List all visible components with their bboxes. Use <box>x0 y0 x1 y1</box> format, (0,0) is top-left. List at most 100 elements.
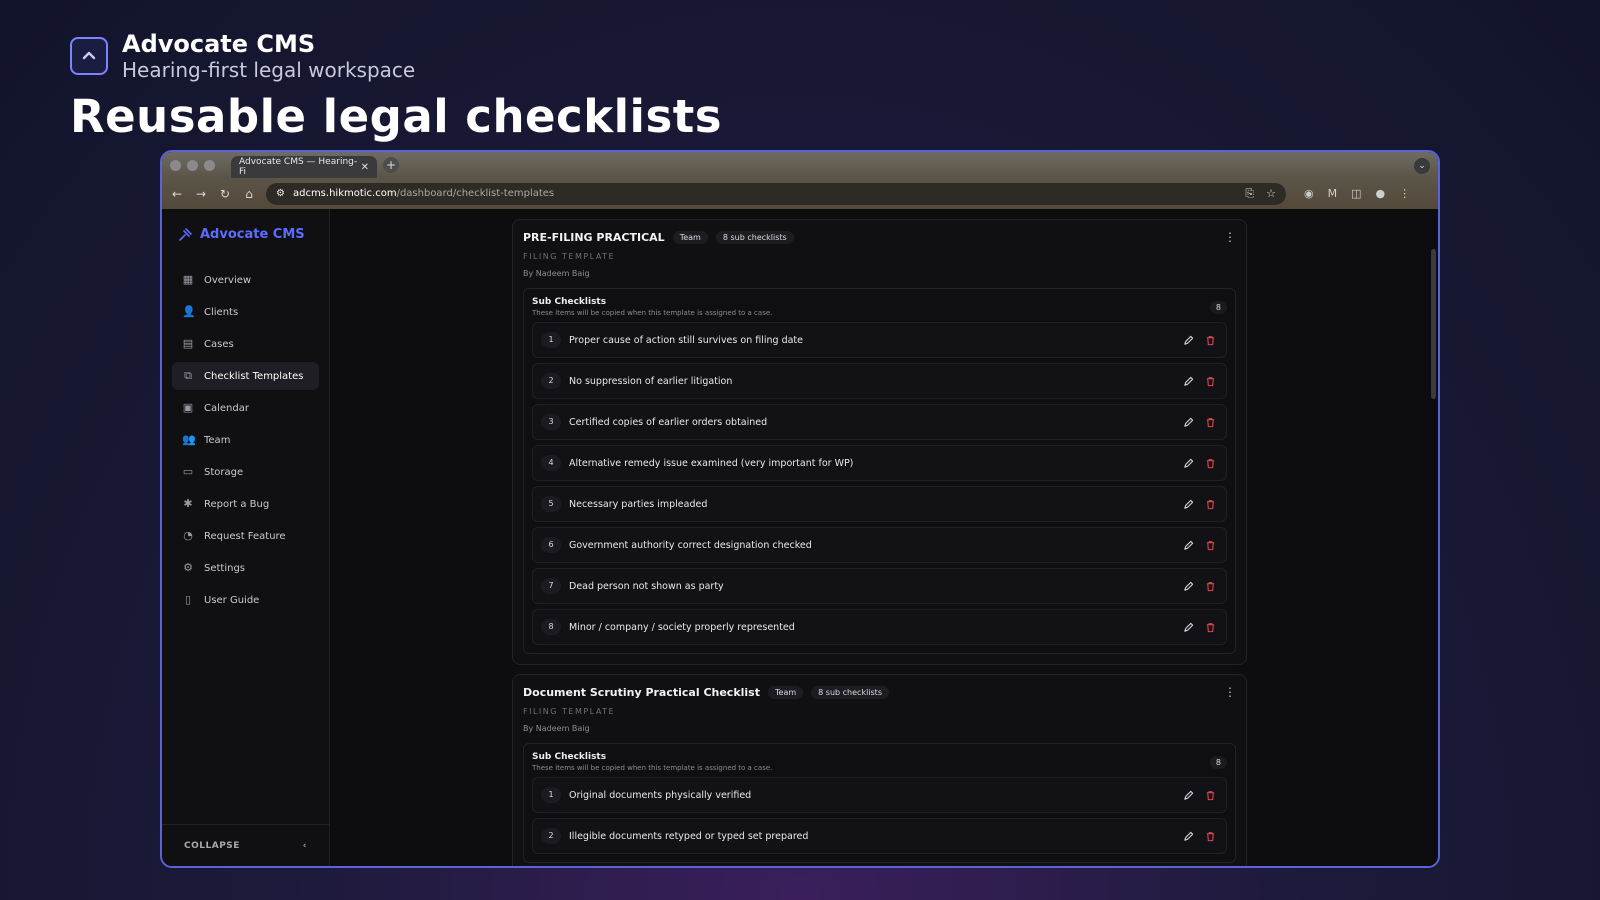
profile-icon[interactable]: ● <box>1376 187 1386 200</box>
item-number: 1 <box>541 787 561 803</box>
edit-icon[interactable] <box>1182 416 1194 428</box>
delete-icon[interactable] <box>1204 580 1216 592</box>
url-host: adcms.hikmotic.com <box>292 188 397 199</box>
bookmark-star-icon[interactable]: ☆ <box>1266 187 1276 201</box>
edit-icon[interactable] <box>1182 580 1194 592</box>
delete-icon[interactable] <box>1204 416 1216 428</box>
checklist-item: 6 Government authority correct designatio… <box>532 527 1227 563</box>
template-title[interactable]: Document Scrutiny Practical Checklist <box>523 686 760 699</box>
edit-icon[interactable] <box>1182 830 1194 842</box>
edit-icon[interactable] <box>1182 334 1194 346</box>
users-icon: 👤 <box>182 305 196 318</box>
delete-icon[interactable] <box>1204 457 1216 469</box>
sidebar-brand[interactable]: Advocate CMS <box>162 209 329 266</box>
scrollbar[interactable] <box>1431 249 1436 399</box>
delete-icon[interactable] <box>1204 375 1216 387</box>
address-bar[interactable]: ⚙ adcms.hikmotic.com/dashboard/checklist… <box>266 182 1286 205</box>
close-icon[interactable]: ✕ <box>361 162 369 173</box>
sidebar-item-label: Settings <box>204 562 246 574</box>
item-text: Original documents physically verified <box>569 789 752 801</box>
item-text: Illegible documents retyped or typed set… <box>569 830 809 842</box>
more-options-icon[interactable]: ⋮ <box>1224 230 1236 244</box>
browser-tab[interactable]: Advocate CMS — Hearing-Fi ✕ <box>231 156 377 178</box>
menu-icon[interactable]: ⋮ <box>1399 187 1410 200</box>
sidebar-item-team[interactable]: 👥 Team <box>172 426 319 454</box>
sidebar-item-clients[interactable]: 👤 Clients <box>172 298 319 326</box>
checklist-item: 8 Minor / company / society properly repr… <box>532 609 1227 645</box>
grid-icon: ▦ <box>182 273 194 286</box>
url-path: /dashboard/checklist-templates <box>396 188 555 199</box>
main-content: PRE-FILING PRACTICAL Team 8 sub checklists… <box>330 209 1438 866</box>
checklist-item: 3 Certified copies of earlier orders obta… <box>532 404 1227 440</box>
sidebar-item-label: Team <box>204 434 231 446</box>
template-title[interactable]: PRE-FILING PRACTICAL <box>523 231 665 244</box>
sidebar-item-report-a-bug[interactable]: ✱ Report a Bug <box>172 490 319 518</box>
sidebar: Advocate CMS ▦ Overview 👤 Clients ▤ Cases ⧉ Che… <box>162 209 330 866</box>
sidebar-item-cases[interactable]: ▤ Cases <box>172 330 319 358</box>
brand-title: Advocate CMS <box>122 30 316 58</box>
sidebar-item-storage[interactable]: ▭ Storage <box>172 458 319 486</box>
delete-icon[interactable] <box>1204 334 1216 346</box>
window-controls[interactable] <box>170 159 215 171</box>
item-text: Minor / company / society properly repre… <box>569 621 795 633</box>
edit-icon[interactable] <box>1182 498 1194 510</box>
card-header: PRE-FILING PRACTICAL Team 8 sub checklists… <box>523 230 1236 244</box>
sidebar-item-user-guide[interactable]: ▯ User Guide <box>172 586 319 614</box>
home-icon[interactable]: ⌂ <box>242 187 256 201</box>
puzzle-icon[interactable]: ◫ <box>1351 187 1361 200</box>
edit-icon[interactable] <box>1182 457 1194 469</box>
new-tab-button[interactable]: + <box>383 157 399 173</box>
more-options-icon[interactable]: ⋮ <box>1224 685 1236 699</box>
templates-icon: ⧉ <box>184 369 192 382</box>
delete-icon[interactable] <box>1204 539 1216 551</box>
tab-row: Advocate CMS — Hearing-Fi ✕ + ⌄ <box>162 152 1438 178</box>
sidebar-item-label: Clients <box>204 306 239 318</box>
checklist-item: 1 Original documents physically verified <box>532 777 1227 813</box>
template-card: PRE-FILING PRACTICAL Team 8 sub checklists… <box>512 219 1247 665</box>
sub-checklists-panel: Sub Checklists These items will be copied… <box>523 288 1236 654</box>
delete-icon[interactable] <box>1204 830 1216 842</box>
back-icon[interactable]: ← <box>170 187 184 201</box>
count-badge: 8 sub checklists <box>811 685 889 699</box>
edit-icon[interactable] <box>1182 375 1194 387</box>
scope-badge: Team <box>672 230 708 244</box>
extension-icons: ◉ M ◫ ● ⋮ <box>1304 187 1410 200</box>
edit-icon[interactable] <box>1182 789 1194 801</box>
checklist-item: 2 No suppression of earlier litigation <box>532 363 1227 399</box>
site-info-icon[interactable]: ⚙ <box>276 188 285 199</box>
forward-icon[interactable]: → <box>194 187 208 201</box>
install-icon[interactable]: ⎘ <box>1245 187 1254 201</box>
delete-icon[interactable] <box>1204 498 1216 510</box>
item-text: Proper cause of action still survives on… <box>569 334 803 346</box>
sidebar-item-overview[interactable]: ▦ Overview <box>172 266 319 294</box>
sub-checklists-count: 8 <box>1209 301 1227 314</box>
sub-checklists-description: These items will be copied when this tem… <box>532 764 773 772</box>
collapse-button[interactable]: COLLAPSE ‹ <box>162 824 329 866</box>
sidebar-item-label: Checklist Templates <box>204 370 304 382</box>
extension-icon[interactable]: M <box>1328 187 1338 200</box>
sub-checklists-title: Sub Checklists <box>532 752 607 762</box>
sidebar-item-label: Cases <box>204 338 234 350</box>
brand-subtitle: Hearing-first legal workspace <box>122 58 416 82</box>
collapse-label: COLLAPSE <box>184 840 240 851</box>
sidebar-brand-label: Advocate CMS <box>200 227 305 242</box>
sidebar-item-settings[interactable]: ⚙ Settings <box>172 554 319 582</box>
edit-icon[interactable] <box>1182 539 1194 551</box>
item-number: 6 <box>541 537 561 553</box>
bug-icon: ✱ <box>183 497 193 510</box>
sidebar-item-calendar[interactable]: ▣ Calendar <box>172 394 319 422</box>
chevron-left-icon: ‹ <box>302 840 307 851</box>
storage-icon: ▭ <box>182 465 194 478</box>
sidebar-item-request-feature[interactable]: ◔ Request Feature <box>172 522 319 550</box>
chevron-down-icon[interactable]: ⌄ <box>1414 158 1430 174</box>
sub-checklists-header: Sub Checklists These items will be copied… <box>532 752 1227 772</box>
extension-icon[interactable]: ◉ <box>1304 187 1314 200</box>
delete-icon[interactable] <box>1204 789 1216 801</box>
sidebar-item-checklist-templates[interactable]: ⧉ Checklist Templates <box>172 362 319 390</box>
delete-icon[interactable] <box>1204 621 1216 633</box>
template-kicker: FILING TEMPLATE <box>523 707 616 716</box>
item-text: Dead person not shown as party <box>569 580 724 592</box>
item-text: Government authority correct designation… <box>569 539 812 551</box>
edit-icon[interactable] <box>1182 621 1194 633</box>
reload-icon[interactable]: ↻ <box>218 187 232 201</box>
